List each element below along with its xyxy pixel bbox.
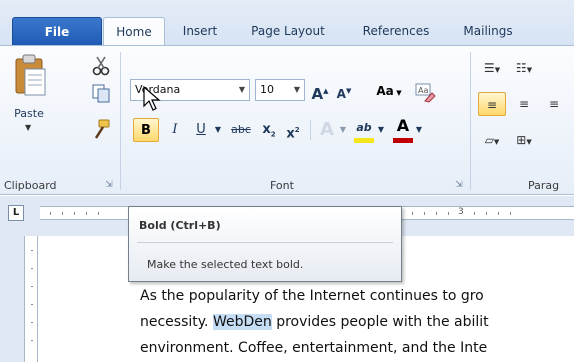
text-effects-dropdown[interactable]: ▼ [338,118,348,142]
document-text-line-1: As the popularity of the Internet contin… [140,288,484,304]
document-text-line-2: necessity. WebDen provides people with t… [140,314,489,330]
ruler-tick [31,250,33,251]
chevron-down-icon: ▼ [238,85,245,94]
tab-insert[interactable]: Insert [170,17,230,45]
numbering-button[interactable]: ☷▼ [510,56,538,80]
tooltip-description: Make the selected text bold. [147,258,304,271]
ruler-tick [31,322,33,323]
ruler-tick [31,268,33,269]
ruler-number: 3 [458,207,464,217]
italic-button[interactable]: I [164,118,186,142]
ruler-tick [486,212,487,215]
group-divider [470,52,471,190]
tab-mailings[interactable]: Mailings [448,17,528,45]
font-group-label: Font [270,179,294,192]
chevron-down-icon: ▼ [293,85,300,94]
font-size-value: 10 [260,83,274,96]
group-divider [120,52,121,190]
shrink-font-icon: A [336,87,346,101]
highlight-color-bar [354,138,374,143]
word-window: File Home Insert Page Layout References … [0,0,574,362]
shrink-font-button[interactable]: A▼ [333,79,355,103]
ruler-tick [448,212,449,215]
text-effects-button[interactable]: A [316,118,338,142]
ribbon-home: Paste ▼ Clipboard ⇲ Verdana ▼ 10 ▼ A▲ A▼… [0,45,574,195]
underline-dropdown[interactable]: ▼ [212,118,224,142]
cut-icon[interactable] [90,55,112,77]
align-right-button[interactable]: ≡ [540,92,568,116]
change-case-icon: Aa [376,84,394,98]
text-highlight-button[interactable]: ab [352,116,376,140]
clipboard-dialog-launcher-icon[interactable]: ⇲ [104,180,114,190]
document-text-line-3: environment. Coffee, entertainment, and … [140,340,488,356]
highlight-icon: ab [356,121,372,134]
font-dialog-launcher-icon[interactable]: ⇲ [454,180,464,190]
borders-button[interactable]: ⊞▼ [510,128,538,152]
ruler-tick [62,212,63,215]
bold-tooltip: Bold (Ctrl+B) Make the selected text bol… [128,206,402,282]
font-color-dropdown[interactable]: ▼ [414,118,424,142]
ruler-tick [98,212,99,215]
font-size-combo[interactable]: 10 ▼ [255,79,305,101]
superscript-label: x [286,126,295,142]
ruler-tick [74,212,75,215]
separator [310,120,311,140]
document-text: provides people with the abilit [271,314,489,330]
document-text: necessity. [140,314,213,330]
tab-file[interactable]: File [12,17,102,45]
ruler-tick [498,212,499,215]
strikethrough-button[interactable]: abc [228,118,254,142]
paste-label: Paste [14,107,44,120]
tab-selector[interactable]: L [8,205,24,221]
tooltip-title: Bold (Ctrl+B) [139,219,221,232]
ruler-tick [31,304,33,305]
ruler-tick [412,212,413,215]
underline-button[interactable]: U [190,118,212,142]
paste-icon [15,54,46,96]
tab-references[interactable]: References [346,17,446,45]
chevron-down-icon: ▼ [25,123,32,132]
shading-button[interactable]: ▱▼ [478,128,506,152]
align-left-button[interactable]: ≡ [478,92,506,116]
ruler-tick [436,212,437,215]
subscript-label: x [262,122,271,137]
ruler-tick [474,212,475,215]
svg-text:Aa: Aa [418,86,428,95]
vertical-ruler[interactable] [24,236,38,362]
ruler-tick [510,212,511,215]
ruler-tick [86,212,87,215]
tab-page-layout[interactable]: Page Layout [232,17,344,45]
clipboard-group-label: Clipboard [4,179,57,192]
grow-font-button[interactable]: A▲ [309,79,331,103]
change-case-button[interactable]: Aa ▼ [372,79,406,103]
subscript-button[interactable]: x2 [258,118,280,142]
font-color-button[interactable]: A [392,114,414,138]
paragraph-group-label: Parag [528,179,560,192]
ruler-tick [424,212,425,215]
tab-home[interactable]: Home [103,17,165,46]
selected-text: WebDen [212,314,272,330]
ruler-tick [31,340,33,341]
superscript-button[interactable]: x2 [282,118,304,142]
ruler-tick [31,286,33,287]
tooltip-divider [137,242,393,243]
bullets-button[interactable]: ☰▼ [478,56,506,80]
grow-font-icon: A [311,85,324,103]
mouse-pointer-icon [143,86,161,111]
highlight-dropdown[interactable]: ▼ [376,118,386,142]
copy-icon[interactable] [90,82,112,104]
font-color-bar [393,138,413,143]
paste-button[interactable]: Paste ▼ [5,51,53,159]
align-center-button[interactable]: ≡ [510,92,538,116]
format-painter-icon[interactable] [90,118,112,140]
ribbon-tab-strip: File Home Insert Page Layout References … [0,0,574,46]
bold-button[interactable]: B [133,118,159,142]
ruler-tick [50,212,51,215]
clear-formatting-icon[interactable]: Aa [414,81,436,103]
document-gutter [0,236,24,362]
